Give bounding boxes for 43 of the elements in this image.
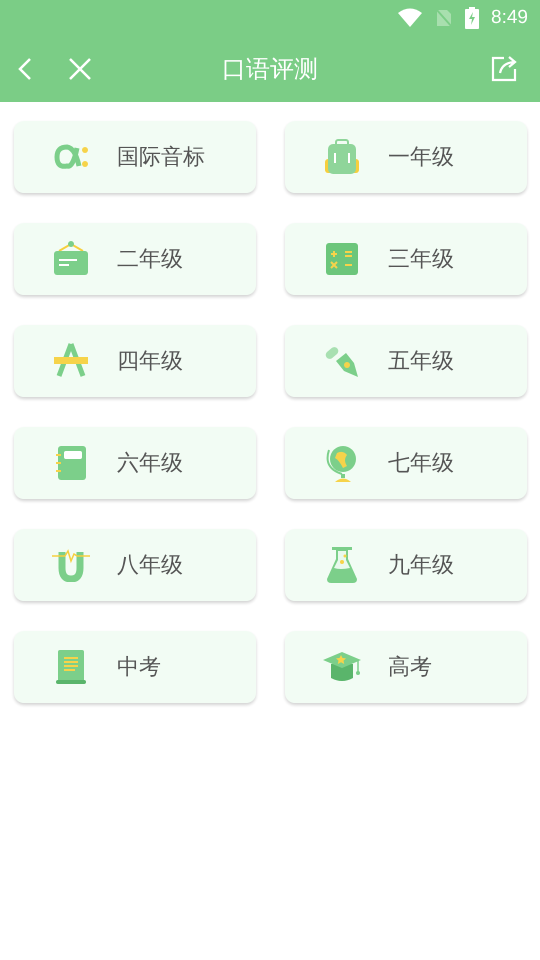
grade-card[interactable]: 国际音标 (14, 121, 256, 193)
graduation-cap-icon (322, 650, 362, 684)
close-icon[interactable] (68, 57, 92, 81)
grade-label: 五年级 (388, 348, 454, 376)
grade-card[interactable]: 四年级 (14, 325, 256, 397)
globe-icon (325, 444, 359, 482)
grade-card[interactable]: 二年级 (14, 223, 256, 295)
calculator-icon (325, 242, 359, 276)
board-icon (53, 241, 89, 277)
wifi-icon (397, 8, 424, 28)
grade-label: 六年级 (117, 450, 183, 478)
compass-ruler-icon (53, 343, 89, 379)
grade-card[interactable]: 六年级 (14, 427, 256, 499)
back-icon[interactable] (18, 57, 32, 81)
share-icon[interactable] (490, 55, 518, 83)
grade-card[interactable]: 中考 (14, 631, 256, 703)
no-sim-icon (435, 8, 454, 28)
grade-label: 八年级 (117, 552, 183, 580)
grade-label: 一年级 (388, 144, 454, 172)
grade-label: 九年级 (388, 552, 454, 580)
backpack-icon (324, 139, 360, 175)
grade-label: 七年级 (388, 450, 454, 478)
grade-label: 国际音标 (117, 144, 205, 172)
grade-card[interactable]: 三年级 (285, 223, 527, 295)
alpha-icon (53, 144, 89, 170)
grade-label: 高考 (388, 654, 432, 682)
grade-card[interactable]: 一年级 (285, 121, 527, 193)
grade-label: 中考 (117, 654, 161, 682)
notebook-icon (55, 445, 87, 481)
grade-label: 二年级 (117, 246, 183, 274)
battery-icon (465, 7, 480, 29)
grade-label: 三年级 (388, 246, 454, 274)
grade-card[interactable]: 五年级 (285, 325, 527, 397)
grade-card[interactable]: 八年级 (14, 529, 256, 601)
status-time: 8:49 (491, 7, 528, 29)
flask-icon (326, 546, 358, 584)
grade-label: 四年级 (117, 348, 183, 376)
magnet-icon (51, 548, 91, 582)
page-title: 口语评测 (222, 54, 318, 85)
grade-card[interactable]: 高考 (285, 631, 527, 703)
grade-card[interactable]: 九年级 (285, 529, 527, 601)
grade-card[interactable]: 七年级 (285, 427, 527, 499)
scroll-icon (55, 649, 87, 685)
